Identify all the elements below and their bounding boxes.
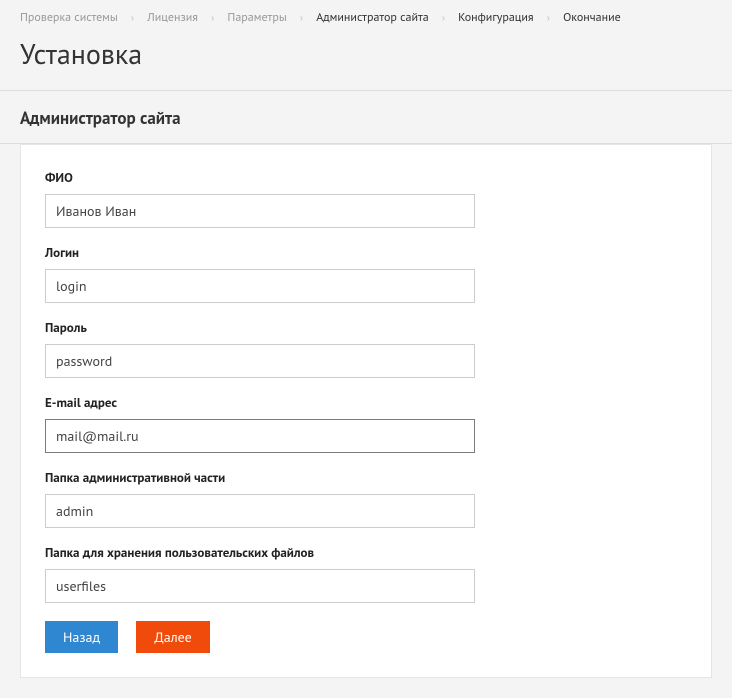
- chevron-right-icon: ›: [300, 11, 303, 24]
- breadcrumb: Проверка системы › Лицензия › Параметры …: [0, 0, 732, 31]
- input-admin-folder[interactable]: [45, 494, 475, 528]
- field-password: Пароль: [45, 319, 687, 378]
- field-user-folder: Папка для хранения пользовательских файл…: [45, 544, 687, 603]
- label-user-folder: Папка для хранения пользовательских файл…: [45, 544, 687, 561]
- breadcrumb-step-admin[interactable]: Администратор сайта: [316, 10, 429, 25]
- field-fio: ФИО: [45, 169, 687, 228]
- breadcrumb-step-finish[interactable]: Окончание: [563, 10, 621, 25]
- next-button[interactable]: Далее: [136, 621, 209, 653]
- input-password[interactable]: [45, 344, 475, 378]
- field-admin-folder: Папка административной части: [45, 469, 687, 528]
- label-password: Пароль: [45, 319, 687, 336]
- label-login: Логин: [45, 244, 687, 261]
- input-login[interactable]: [45, 269, 475, 303]
- input-user-folder[interactable]: [45, 569, 475, 603]
- chevron-right-icon: ›: [547, 11, 550, 24]
- field-login: Логин: [45, 244, 687, 303]
- input-email[interactable]: [45, 419, 475, 453]
- chevron-right-icon: ›: [131, 11, 134, 24]
- breadcrumb-step-license[interactable]: Лицензия: [147, 10, 198, 25]
- chevron-right-icon: ›: [442, 11, 445, 24]
- breadcrumb-step-parameters[interactable]: Параметры: [227, 10, 286, 25]
- button-row: Назад Далее: [45, 621, 687, 653]
- input-fio[interactable]: [45, 194, 475, 228]
- back-button[interactable]: Назад: [45, 621, 118, 653]
- label-email: E-mail адрес: [45, 394, 687, 411]
- form-panel: ФИО Логин Пароль E-mail адрес Папка адми…: [20, 144, 712, 678]
- breadcrumb-step-system-check[interactable]: Проверка системы: [20, 10, 118, 25]
- chevron-right-icon: ›: [211, 11, 214, 24]
- label-fio: ФИО: [45, 169, 687, 186]
- label-admin-folder: Папка административной части: [45, 469, 687, 486]
- page-title: Установка: [0, 31, 732, 90]
- breadcrumb-step-config[interactable]: Конфигурация: [458, 10, 533, 25]
- field-email: E-mail адрес: [45, 394, 687, 453]
- section-title: Администратор сайта: [0, 91, 732, 143]
